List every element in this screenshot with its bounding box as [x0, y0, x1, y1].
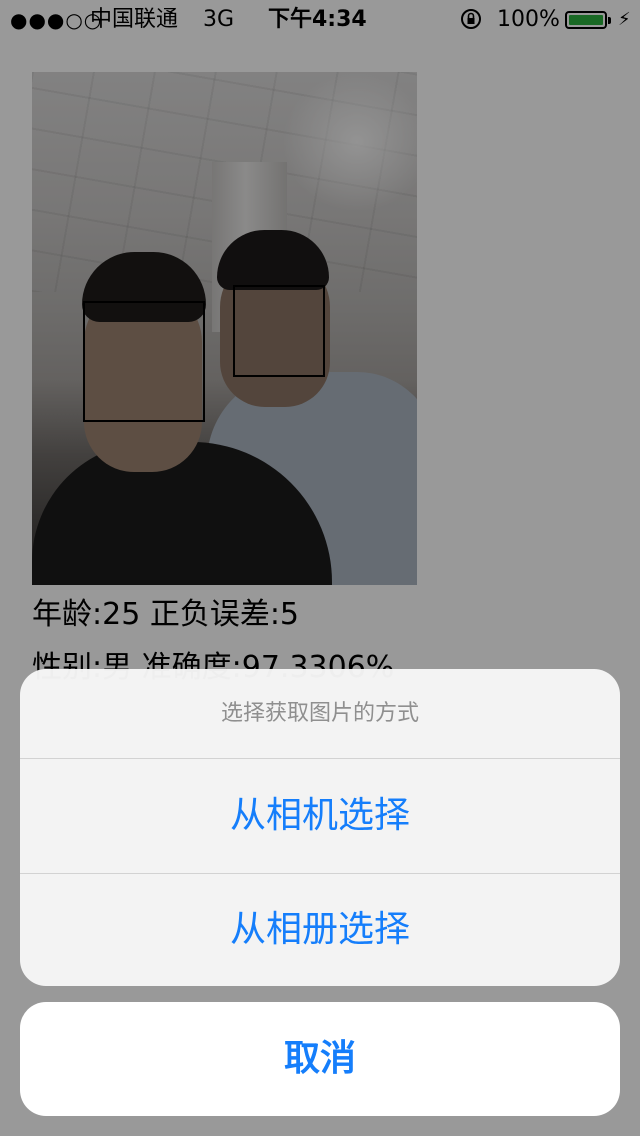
app-screen: ●●●○○ 中国联通 3G 下午4:34 100% ⚡ 年龄:25 正负误差:5… [0, 0, 640, 1136]
action-sheet-title: 选择获取图片的方式 [220, 701, 419, 726]
choose-from-camera-button[interactable]: 从相机选择 [20, 759, 620, 873]
cancel-button[interactable]: 取消 [20, 1002, 620, 1116]
action-sheet: 选择获取图片的方式 从相机选择 从相册选择 [20, 669, 620, 986]
choose-from-album-button[interactable]: 从相册选择 [20, 874, 620, 986]
